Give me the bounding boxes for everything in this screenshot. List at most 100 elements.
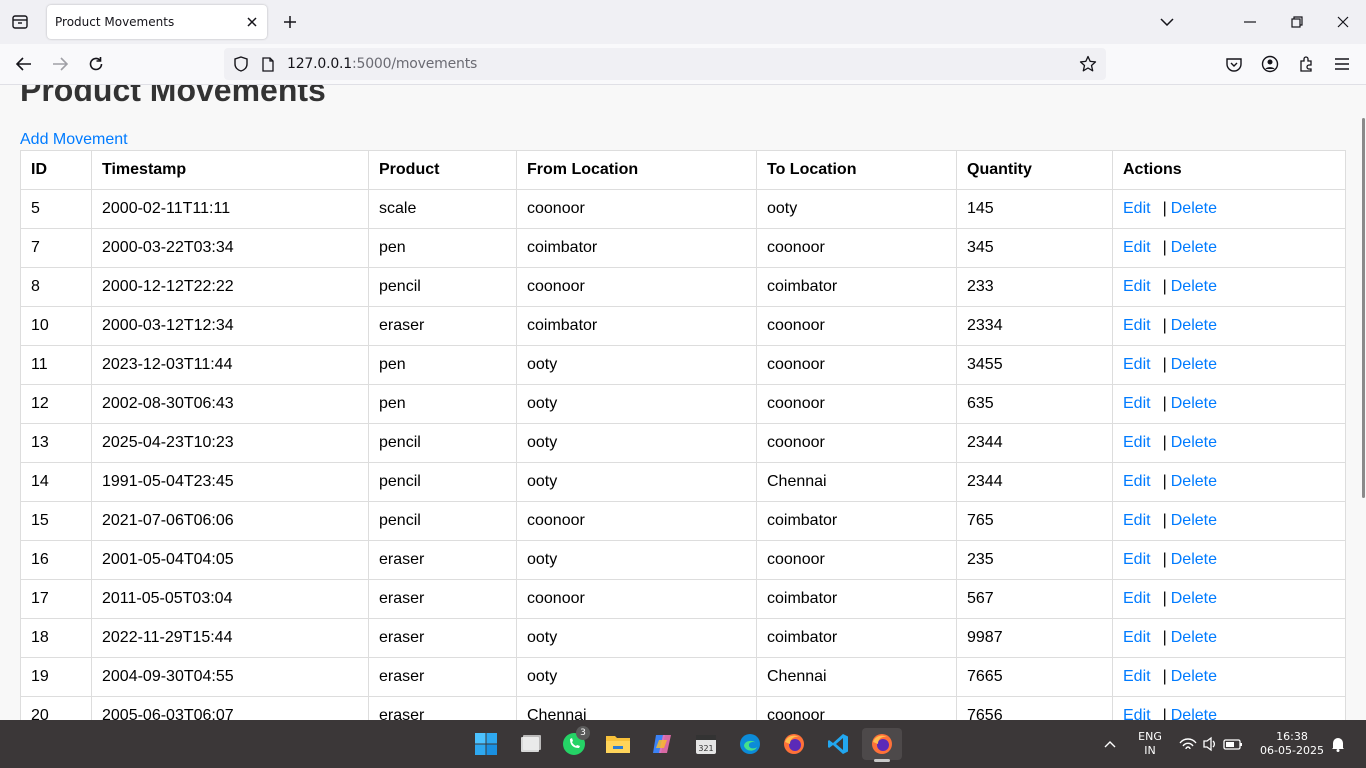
restore-icon[interactable] [1285, 10, 1309, 34]
address-bar[interactable]: 127.0.0.1:5000/movements [224, 48, 1106, 80]
edit-link[interactable]: Edit [1123, 473, 1151, 490]
edit-link[interactable]: Edit [1123, 668, 1151, 685]
new-tab-icon[interactable] [280, 12, 300, 32]
firefox-icon[interactable] [778, 728, 810, 760]
action-separator: | [1162, 668, 1167, 685]
header-from-location: From Location [516, 150, 757, 190]
cell-quantity: 345 [956, 228, 1113, 268]
tab-list-icon[interactable] [8, 11, 32, 33]
table-row: 8 2000-12-12T22:22 pencil coonoor coimbator 2… [20, 267, 1346, 307]
back-arrow-icon[interactable] [12, 52, 36, 76]
url-host: 127.0.0.1 [287, 56, 352, 72]
clock[interactable]: 16:38 06-05-2025 [1252, 730, 1332, 758]
action-separator: | [1162, 512, 1167, 529]
edit-link[interactable]: Edit [1123, 200, 1151, 217]
delete-link[interactable]: Delete [1171, 707, 1217, 720]
delete-link[interactable]: Delete [1171, 317, 1217, 334]
delete-link[interactable]: Delete [1171, 239, 1217, 256]
page-info-icon[interactable] [259, 55, 277, 73]
cell-id: 5 [20, 189, 92, 229]
cell-product: pencil [368, 267, 517, 307]
cell-to-location: coimbator [756, 579, 957, 619]
edit-link[interactable]: Edit [1123, 317, 1151, 334]
system-tray-status[interactable] [1176, 728, 1246, 760]
cell-product: pen [368, 228, 517, 268]
action-separator: | [1162, 590, 1167, 607]
cell-id: 8 [20, 267, 92, 307]
edit-link[interactable]: Edit [1123, 356, 1151, 373]
movements-table: ID Timestamp Product From Location To Lo… [20, 150, 1346, 720]
cell-to-location: Chennai [756, 462, 957, 502]
menu-hamburger-icon[interactable] [1330, 52, 1354, 76]
vertical-scrollbar[interactable] [1362, 118, 1365, 498]
edit-link[interactable]: Edit [1123, 590, 1151, 607]
delete-link[interactable]: Delete [1171, 551, 1217, 568]
edit-link[interactable]: Edit [1123, 239, 1151, 256]
edit-link[interactable]: Edit [1123, 512, 1151, 529]
cell-timestamp: 2001-05-04T04:05 [91, 540, 369, 580]
cell-from-location: ooty [516, 384, 757, 424]
tab-close-icon[interactable] [243, 13, 261, 31]
edit-link[interactable]: Edit [1123, 629, 1151, 646]
edge-browser-icon[interactable] [734, 728, 766, 760]
bookmark-star-icon[interactable] [1079, 55, 1097, 73]
task-view-icon[interactable] [514, 728, 546, 760]
windows-start-icon[interactable] [470, 728, 502, 760]
edit-link[interactable]: Edit [1123, 434, 1151, 451]
cell-actions: Edit | Delete [1112, 267, 1346, 307]
delete-link[interactable]: Delete [1171, 278, 1217, 295]
shield-icon[interactable] [232, 55, 250, 73]
cell-from-location: ooty [516, 423, 757, 463]
whatsapp-icon[interactable]: 3 [558, 726, 590, 760]
account-icon[interactable] [1258, 52, 1282, 76]
cell-actions: Edit | Delete [1112, 228, 1346, 268]
delete-link[interactable]: Delete [1171, 356, 1217, 373]
add-movement-link[interactable]: Add Movement [20, 131, 128, 149]
delete-link[interactable]: Delete [1171, 473, 1217, 490]
forward-arrow-icon[interactable] [48, 52, 72, 76]
language-indicator[interactable]: ENG IN [1132, 730, 1168, 758]
copilot-icon[interactable] [646, 728, 678, 760]
cell-id: 19 [20, 657, 92, 697]
table-row: 7 2000-03-22T03:34 pen coimbator coonoor 345 E… [20, 228, 1346, 268]
extensions-icon[interactable] [1294, 52, 1318, 76]
edit-link[interactable]: Edit [1123, 278, 1151, 295]
page-title: Product Movements [20, 85, 326, 108]
cell-to-location: coimbator [756, 618, 957, 658]
notification-bell-icon[interactable] [1326, 728, 1350, 760]
edit-link[interactable]: Edit [1123, 395, 1151, 412]
reload-icon[interactable] [84, 52, 108, 76]
delete-link[interactable]: Delete [1171, 512, 1217, 529]
url-text[interactable]: 127.0.0.1:5000/movements [287, 56, 477, 72]
edit-link[interactable]: Edit [1123, 707, 1151, 720]
cell-id: 18 [20, 618, 92, 658]
active-tab[interactable]: Product Movements [47, 5, 267, 39]
cell-from-location: coimbator [516, 306, 757, 346]
cell-to-location: coonoor [756, 540, 957, 580]
delete-link[interactable]: Delete [1171, 395, 1217, 412]
vscode-icon[interactable] [822, 728, 854, 760]
delete-link[interactable]: Delete [1171, 434, 1217, 451]
edit-link[interactable]: Edit [1123, 551, 1151, 568]
table-row: 10 2000-03-12T12:34 eraser coimbator coonoor… [20, 306, 1346, 346]
delete-link[interactable]: Delete [1171, 590, 1217, 607]
show-hidden-icons-chevron-icon[interactable] [1098, 728, 1122, 760]
minimize-icon[interactable] [1238, 10, 1262, 34]
cell-quantity: 145 [956, 189, 1113, 229]
cell-id: 17 [20, 579, 92, 619]
cell-to-location: coonoor [756, 228, 957, 268]
calendar-app-icon[interactable]: 321 [690, 728, 722, 760]
cell-from-location: ooty [516, 657, 757, 697]
cell-id: 7 [20, 228, 92, 268]
cell-timestamp: 2000-02-11T11:11 [91, 189, 369, 229]
delete-link[interactable]: Delete [1171, 200, 1217, 217]
file-explorer-icon[interactable] [602, 728, 634, 760]
delete-link[interactable]: Delete [1171, 629, 1217, 646]
firefox-active-icon[interactable] [862, 728, 902, 762]
close-window-icon[interactable] [1331, 10, 1355, 34]
pocket-icon[interactable] [1222, 52, 1246, 76]
cell-timestamp: 2011-05-05T03:04 [91, 579, 369, 619]
delete-link[interactable]: Delete [1171, 668, 1217, 685]
list-all-tabs-chevron-icon[interactable] [1155, 10, 1179, 34]
cell-from-location: Chennai [516, 696, 757, 720]
